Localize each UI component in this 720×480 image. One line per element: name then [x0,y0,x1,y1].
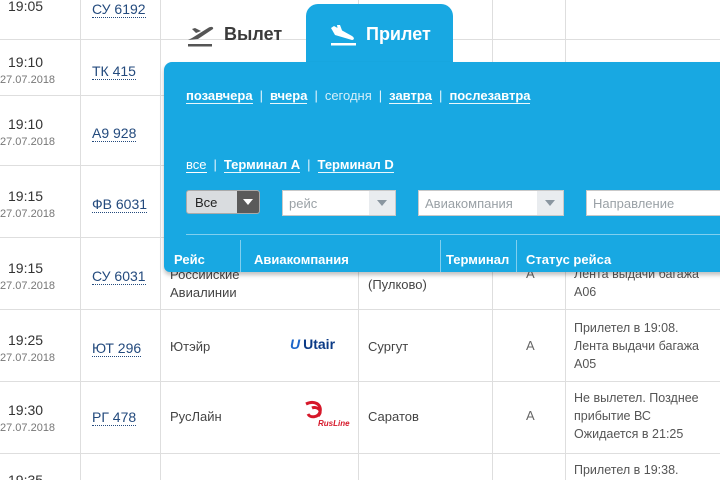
day-selector: позавчера | вчера | сегодня | завтра | послезавт… [186,88,531,104]
tab-departure-label: Вылет [224,24,283,44]
flight-status: Не вылетел. Позднее [574,391,699,405]
day-link-tomorrow[interactable]: завтра [389,88,433,104]
arrival-time: 19:15 [8,188,44,204]
rusline-logo: RusLine [305,400,350,428]
flight-status: Прилетел в 19:38. [574,463,679,477]
airline-filter-placeholder: Авиакомпания [425,196,513,211]
flight-link[interactable]: СУ 6192 [92,2,146,18]
terminal-separator: | [307,157,311,172]
flight-link[interactable]: А9 928 [92,126,137,142]
origin-city: (Пулково) [368,277,427,292]
type-select-value: Все [195,195,218,210]
day-link-yesterday[interactable]: вчера [269,88,308,104]
day-separator: | [439,88,443,103]
arrival-date: 27.07.2018 [0,208,56,220]
column-divider [440,240,441,272]
flight-filter[interactable]: рейс [282,190,396,216]
flight-filter-placeholder: рейс [289,196,318,211]
airline-filter[interactable]: Авиакомпания [418,190,564,216]
day-link-day-after-tomorrow[interactable]: послезавтра [449,88,531,104]
tab-arrival-label: Прилет [366,24,431,44]
day-separator: | [259,88,263,103]
table-row[interactable]: 19:30 27.07.2018 РГ 478 РусЛайн RusLine … [0,382,720,454]
arrival-date: 27.07.2018 [0,422,56,434]
day-separator: | [314,88,318,103]
terminal: A [526,338,535,353]
column-divider [240,240,241,272]
arrival-time: 19:25 [8,332,44,348]
day-link-day-before-yesterday[interactable]: позавчера [186,88,253,104]
arrival-time: 19:15 [8,260,44,276]
flight-link[interactable]: ЮТ 296 [92,341,142,357]
flight-link[interactable]: ТК 415 [92,64,136,80]
flight-status: A06 [574,285,597,299]
column-header-airline[interactable]: Авиакомпания [254,252,349,267]
flight-status: прибытие ВС [574,409,651,423]
arrival-time: 19:10 [8,116,44,132]
day-link-today[interactable]: сегодня [325,88,372,103]
arrival-date: 27.07.2018 [0,352,56,364]
landing-plane-icon [331,25,356,46]
terminal-link-a[interactable]: Терминал A [223,157,301,173]
arrival-time: 19:05 [8,0,44,14]
chevron-down-icon[interactable] [237,191,259,213]
direction-filter-placeholder: Направление [593,196,675,211]
arrival-time: 19:35 [8,472,44,480]
airline-name: Авиалинии [170,285,237,300]
origin-city: Саратов [368,409,419,424]
flight-status: A05 [574,357,597,371]
arrival-date: 27.07.2018 [0,136,56,148]
terminal-link-d[interactable]: Терминал D [317,157,394,173]
column-header-terminal[interactable]: Терминал [446,252,509,267]
terminal-separator: | [213,157,217,172]
type-select[interactable]: Все [186,190,260,214]
flight-link[interactable]: РГ 478 [92,410,137,426]
direction-filter[interactable]: Направление [586,190,720,216]
arrival-date: 27.07.2018 [0,280,56,292]
flight-status: Ожидается в 21:25 [574,427,684,441]
svg-text:RusLine: RusLine [318,419,350,428]
flight-link[interactable]: СУ 6031 [92,269,146,285]
terminal-link-all[interactable]: все [186,157,207,173]
day-separator: | [378,88,383,103]
flight-link[interactable]: ФВ 6031 [92,197,148,213]
column-divider [516,240,517,272]
terminal: A [526,408,535,423]
terminal-selector: все | Терминал A | Терминал D [186,157,394,173]
tab-arrival[interactable]: Прилет [306,4,453,66]
table-row[interactable]: 19:35 Прилетел в 19:38. [0,454,720,480]
chevron-down-icon[interactable] [369,191,395,215]
column-header-status[interactable]: Статус рейса [526,252,611,267]
utair-logo: U Utair [290,336,336,352]
flight-status: Прилетел в 19:08. [574,321,679,335]
table-row[interactable]: 19:25 27.07.2018 ЮТ 296 Ютэйр U Utair Сур… [0,310,720,382]
filter-panel: позавчера | вчера | сегодня | завтра | послезавт… [164,62,720,272]
airline-name: РусЛайн [170,409,222,424]
origin-city: Сургут [368,339,409,354]
airline-name: Ютэйр [170,339,211,354]
arrival-time: 19:10 [8,54,44,70]
arrival-time: 19:30 [8,402,44,418]
arrival-date: 27.07.2018 [0,74,56,86]
divider [186,234,720,235]
column-header-flight[interactable]: Рейс [174,252,205,267]
flight-status: Лента выдачи багажа [574,339,700,353]
takeoff-plane-icon [188,26,214,47]
tab-departure[interactable]: Вылет [168,8,304,66]
chevron-down-icon[interactable] [537,191,563,215]
